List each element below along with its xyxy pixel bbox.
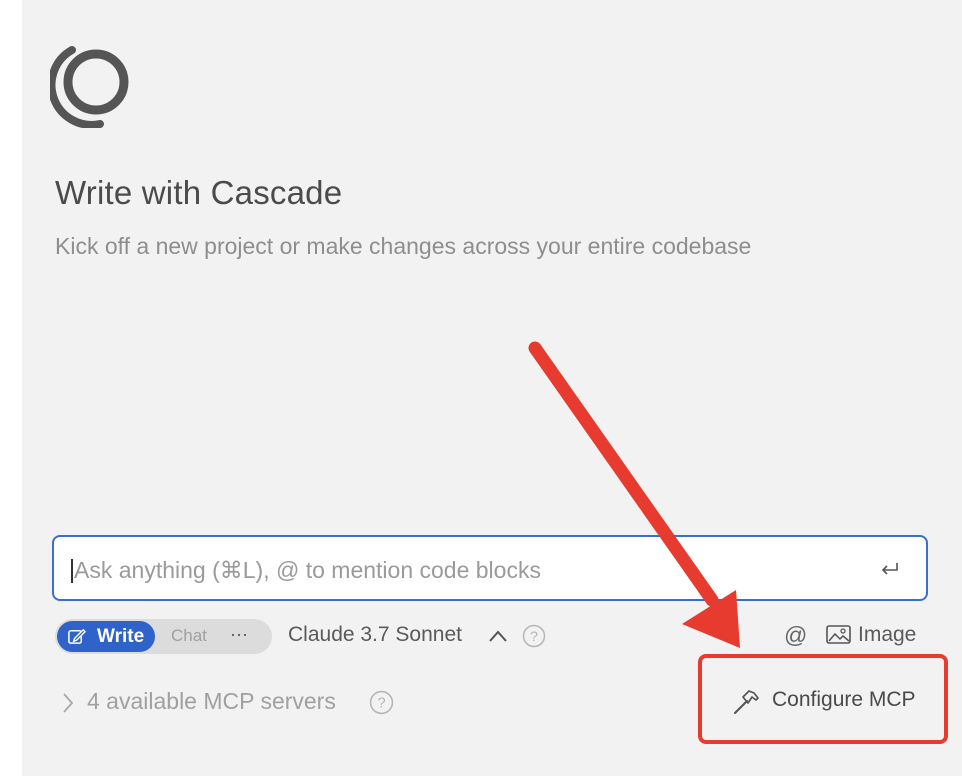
svg-text:?: ? [530, 628, 538, 644]
help-circle-icon[interactable]: ? [522, 624, 546, 648]
model-selector[interactable]: Claude 3.7 Sonnet [288, 623, 462, 647]
chevron-up-icon[interactable] [487, 627, 509, 645]
mcp-servers-label: 4 available MCP servers [87, 688, 336, 714]
svg-text:?: ? [377, 696, 385, 712]
page-subtitle: Kick off a new project or make changes a… [55, 233, 752, 259]
pencil-icon [68, 628, 86, 644]
chat-input-placeholder: Ask anything (⌘L), @ to mention code blo… [74, 557, 541, 583]
chevron-right-icon [63, 693, 74, 713]
mcp-servers-expander[interactable]: 4 available MCP servers [60, 686, 410, 718]
help-circle-icon[interactable]: ? [369, 690, 394, 715]
write-mode-button[interactable]: Write [57, 621, 155, 652]
more-options-icon[interactable]: ··· [230, 624, 248, 645]
screenshot-stage: Write with Cascade Kick off a new projec… [0, 0, 962, 776]
image-button[interactable]: Image [826, 620, 926, 652]
chat-mode-button[interactable]: Chat [171, 626, 207, 646]
cascade-logo-icon [50, 46, 129, 128]
mention-button[interactable]: @ [784, 622, 807, 649]
write-mode-label: Write [97, 626, 145, 647]
annotation-highlight-box [698, 654, 948, 744]
enter-return-icon[interactable] [878, 558, 902, 582]
mode-toggle[interactable]: Write Chat ··· [55, 619, 272, 654]
chat-input[interactable]: Ask anything (⌘L), @ to mention code blo… [52, 535, 928, 601]
image-icon [826, 625, 851, 644]
page-title: Write with Cascade [55, 174, 343, 211]
image-button-label: Image [858, 623, 917, 646]
text-caret [71, 559, 73, 583]
